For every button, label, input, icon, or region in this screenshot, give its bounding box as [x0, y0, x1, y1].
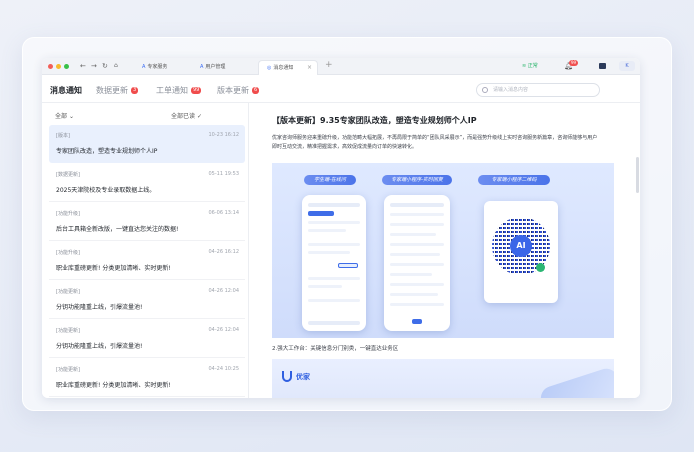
article-title: 【版本更新】9.35专家团队改造，塑造专业规划师个人IP	[272, 116, 477, 125]
notification-count-badge: 99	[569, 60, 579, 66]
list-item[interactable]: [版本] 10-23 16:12 专家团队改造，塑造专业规划师个人IP	[49, 125, 245, 163]
list-item[interactable]: [数据更新] 05-11 19:53 2025天津院校及专业录取数据上线。	[49, 164, 245, 202]
workbench-banner-image: 优家	[272, 359, 614, 398]
user-avatar-button[interactable]: K	[619, 61, 635, 71]
filter-all-dropdown[interactable]: 全部 ⌄	[55, 111, 74, 120]
brand-name: 优家	[296, 373, 310, 381]
tab-notifications[interactable]: 消息通知	[50, 85, 82, 96]
list-item[interactable]: [功能升级] 06-06 13:14 后台工具箱全新改版，一键直达您关注的数据!	[49, 203, 245, 241]
hero-label: 专家端小程序-实时回复	[382, 175, 452, 185]
list-item[interactable]: [功能更新] 04-26 12:04 分钥功能隆重上线，引爆流量池!	[49, 320, 245, 358]
scrollbar[interactable]	[636, 157, 639, 193]
app-window: ← → ↻ ⌂ A 专家服务 A 用户管理 ◎ 消息通知 × + ≋ 正常 🔔︎ 99 …	[42, 58, 640, 398]
message-detail: 【版本更新】9.35专家团队改造，塑造专业规划师个人IP 优家咨询师服务迎来重磅…	[250, 103, 640, 398]
tab-page-icon: ◎	[267, 65, 272, 71]
decorative-shape	[537, 365, 614, 398]
tab-data-updates[interactable]: 数据更新 3	[96, 85, 139, 96]
hero-label: 学生端-在线问	[304, 175, 356, 185]
browser-titlebar: ← → ↻ ⌂ A 专家服务 A 用户管理 ◎ 消息通知 × + ≋ 正常 🔔︎ 99 …	[42, 58, 640, 75]
tab-page-icon: A	[200, 64, 204, 70]
notification-bell-button[interactable]: 🔔︎ 99	[564, 60, 579, 71]
ai-logo-icon: AI	[510, 235, 532, 257]
count-badge: 99	[191, 87, 202, 94]
qr-code-card: AI	[484, 201, 558, 303]
window-controls	[48, 64, 69, 69]
mini-program-icon	[536, 263, 545, 272]
brand-logo-icon	[282, 371, 292, 382]
new-tab-button[interactable]: +	[325, 60, 333, 70]
list-item[interactable]: [功能更新] 04-26 12:04 分钥功能隆重上线，引爆流量池!	[49, 281, 245, 319]
search-icon	[482, 87, 488, 93]
chevron-down-icon: ⌄	[68, 113, 74, 120]
list-item[interactable]: [功能升级] 04-26 16:12 职业库重磅更新! 分类更加清晰、实时更新!	[49, 242, 245, 280]
forward-arrow-icon[interactable]: →	[91, 61, 97, 71]
search-input[interactable]: 请输入消息内容	[476, 83, 600, 97]
app-icon[interactable]	[599, 63, 606, 69]
list-item[interactable]: [功能更新] 04-24 10:25 职业库重磅更新! 分类更加清晰、实时更新!	[49, 359, 245, 397]
close-tab-icon[interactable]: ×	[307, 61, 312, 75]
phone-mockup-expert	[384, 195, 450, 331]
message-list: 全部 ⌄ 全部已读 ✓ [版本] 10-23 16:12 专家团队改造，塑造专业…	[42, 103, 249, 398]
tab-version-updates[interactable]: 版本更新 6	[217, 85, 260, 96]
close-window-button[interactable]	[48, 64, 53, 69]
browser-tab-users[interactable]: A 用户管理	[192, 60, 252, 75]
tab-work-orders[interactable]: 工单通知 99	[156, 85, 202, 96]
feature-image: 学生端-在线问 专家端小程序-实时回复 专家端小程序二维码 AI	[272, 163, 614, 338]
count-badge: 6	[252, 87, 260, 94]
back-arrow-icon[interactable]: ←	[80, 61, 86, 71]
connection-status: ≋ 正常	[522, 63, 538, 69]
phone-mockup-student	[302, 195, 366, 331]
tab-page-icon: A	[142, 64, 146, 70]
mark-all-read-button[interactable]: 全部已读 ✓	[171, 111, 202, 120]
browser-tab-notifications[interactable]: ◎ 消息通知 ×	[258, 60, 318, 75]
home-icon[interactable]: ⌂	[114, 61, 118, 71]
list-filters: 全部 ⌄ 全部已读 ✓	[42, 111, 248, 123]
browser-tab-expert[interactable]: A 专家服务	[134, 60, 192, 75]
hero-label: 专家端小程序二维码	[478, 175, 550, 185]
maximize-window-button[interactable]	[64, 64, 69, 69]
reload-icon[interactable]: ↻	[102, 61, 108, 71]
minimize-window-button[interactable]	[56, 64, 61, 69]
page-header: 消息通知 数据更新 3 工单通知 99 版本更新 6 请输入消息内容	[42, 75, 640, 103]
check-icon: ✓	[196, 113, 202, 120]
count-badge: 3	[131, 87, 139, 94]
article-body: 优家咨询师服务迎来重磅升级，功能范畴大幅拓展，不再局限于简单的“团队风采展示”，…	[272, 135, 598, 150]
article-caption: 2.强大工作台：关键信息分门别类，一键直达业务区	[272, 346, 399, 352]
